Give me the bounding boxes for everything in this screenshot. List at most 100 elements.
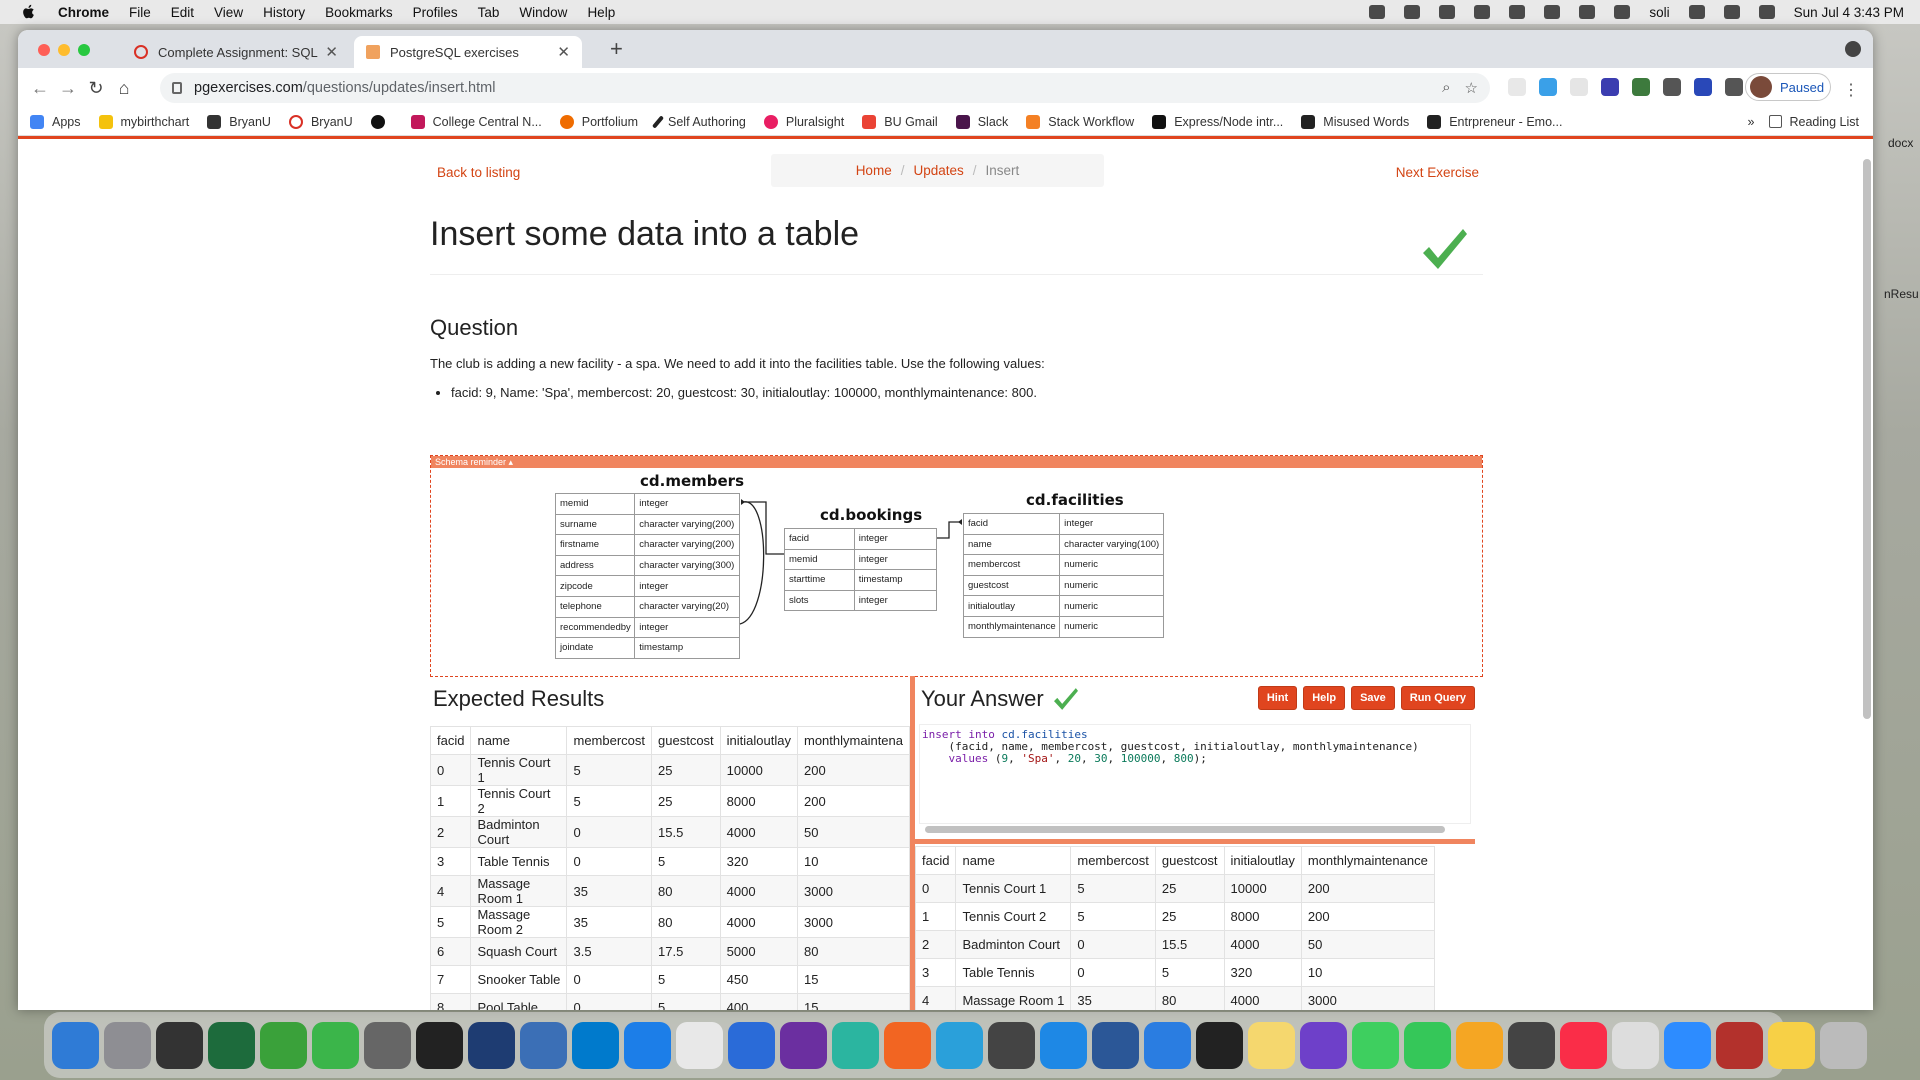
tab-assignment[interactable]: Complete Assignment: SQL Pr ✕ xyxy=(122,36,350,68)
extension-icon-5[interactable] xyxy=(1632,78,1650,96)
editor-horizontal-scrollbar[interactable] xyxy=(925,826,1445,833)
bookmark-item[interactable]: College Central N... xyxy=(410,114,542,129)
spotlight-search-icon[interactable] xyxy=(1688,5,1705,19)
dock-app-icon[interactable] xyxy=(988,1021,1035,1069)
dock-app-icon[interactable] xyxy=(1248,1021,1295,1069)
dock-app-icon[interactable] xyxy=(1092,1021,1139,1069)
dock-app-icon[interactable] xyxy=(52,1021,99,1069)
reading-list-button[interactable]: Reading List xyxy=(1768,115,1859,129)
dock-app-icon[interactable] xyxy=(1508,1021,1555,1069)
help-button[interactable]: Help xyxy=(1303,686,1346,710)
panel-resize-handle[interactable] xyxy=(915,839,1475,844)
bookmark-item[interactable]: Self Authoring xyxy=(651,115,746,129)
bookmark-star-icon[interactable]: ☆ xyxy=(1465,79,1478,97)
tab-search-icon[interactable] xyxy=(1845,41,1861,57)
bookmark-item[interactable]: Portfolium xyxy=(559,114,638,129)
dock-app-icon[interactable] xyxy=(312,1021,359,1069)
lock-icon[interactable] xyxy=(172,82,182,94)
run-query-button[interactable]: Run Query xyxy=(1400,686,1475,710)
apple-icon[interactable] xyxy=(20,3,38,21)
back-to-listing-link[interactable]: Back to listing xyxy=(437,165,520,180)
extension-icon-3[interactable] xyxy=(1570,78,1588,96)
dock-app-icon[interactable] xyxy=(1612,1021,1659,1069)
dock-app-icon[interactable] xyxy=(1404,1021,1451,1069)
sql-editor[interactable]: insert into cd.facilities (facid, name, … xyxy=(919,724,1471,824)
page-scrollbar[interactable] xyxy=(1863,159,1871,719)
extension-icon-1[interactable] xyxy=(1508,78,1526,96)
dock-app-icon[interactable] xyxy=(260,1021,307,1069)
new-tab-icon[interactable]: + xyxy=(610,36,623,62)
dock-app-icon[interactable] xyxy=(1196,1021,1243,1069)
bookmark-item[interactable]: Express/Node intr... xyxy=(1152,114,1283,129)
extension-icon-6[interactable] xyxy=(1663,78,1681,96)
back-icon[interactable]: ← xyxy=(26,78,54,99)
extension-icon-2[interactable] xyxy=(1539,78,1557,96)
menu-app-name[interactable]: Chrome xyxy=(58,5,109,20)
dock-app-icon[interactable] xyxy=(624,1021,671,1069)
minimize-window-button[interactable] xyxy=(58,44,70,56)
menubar-clock[interactable]: Sun Jul 4 3:43 PM xyxy=(1794,5,1904,20)
profile-button[interactable]: Paused xyxy=(1745,73,1831,101)
dock-app-icon[interactable] xyxy=(832,1021,879,1069)
status-icon-2[interactable] xyxy=(1404,5,1421,19)
bookmark-item[interactable]: Stack Workflow xyxy=(1026,114,1134,129)
next-exercise-link[interactable]: Next Exercise xyxy=(1396,165,1479,180)
dock-app-icon[interactable] xyxy=(572,1021,619,1069)
breadcrumb-updates[interactable]: Updates xyxy=(913,163,963,178)
dock-app-icon[interactable] xyxy=(1664,1021,1711,1069)
dock-app-icon[interactable] xyxy=(1300,1021,1347,1069)
desktop-file-label-2[interactable]: nResu xyxy=(1884,287,1920,301)
dock-app-icon[interactable] xyxy=(884,1021,931,1069)
dock-app-icon[interactable] xyxy=(728,1021,775,1069)
bookmark-item[interactable]: BryanU xyxy=(288,114,353,129)
dock-app-icon[interactable] xyxy=(780,1021,827,1069)
dock-app-icon[interactable] xyxy=(1560,1021,1607,1069)
volume-icon[interactable] xyxy=(1544,5,1561,19)
bookmark-item[interactable]: Pluralsight xyxy=(763,114,844,129)
bookmark-item[interactable] xyxy=(370,114,393,129)
dock-app-icon[interactable] xyxy=(1352,1021,1399,1069)
extension-icon-4[interactable] xyxy=(1601,78,1619,96)
dock-app-icon[interactable] xyxy=(1716,1021,1763,1069)
close-window-button[interactable] xyxy=(38,44,50,56)
menu-bookmarks[interactable]: Bookmarks xyxy=(325,5,393,20)
status-icon-1[interactable] xyxy=(1369,5,1386,19)
menu-view[interactable]: View xyxy=(214,5,243,20)
save-button[interactable]: Save xyxy=(1351,686,1395,710)
dock-app-icon[interactable] xyxy=(104,1021,151,1069)
zoom-window-button[interactable] xyxy=(78,44,90,56)
chrome-menu-icon[interactable]: ⋮ xyxy=(1843,80,1859,100)
hint-button[interactable]: Hint xyxy=(1257,686,1298,710)
menu-profiles[interactable]: Profiles xyxy=(413,5,458,20)
dock-app-icon[interactable] xyxy=(1040,1021,1087,1069)
dock-app-icon[interactable] xyxy=(936,1021,983,1069)
dock-app-icon[interactable] xyxy=(364,1021,411,1069)
menu-file[interactable]: File xyxy=(129,5,151,20)
info-icon[interactable] xyxy=(1509,5,1526,19)
tab-postgresql-exercises[interactable]: PostgreSQL exercises ✕ xyxy=(354,36,582,68)
menu-window[interactable]: Window xyxy=(519,5,567,20)
dock-app-icon[interactable] xyxy=(416,1021,463,1069)
extensions-puzzle-icon[interactable] xyxy=(1725,78,1743,96)
menubar-user[interactable]: soli xyxy=(1649,5,1669,20)
bookmark-item[interactable]: Slack xyxy=(955,114,1008,129)
menu-help[interactable]: Help xyxy=(587,5,615,20)
dock-app-icon[interactable] xyxy=(520,1021,567,1069)
close-tab-icon[interactable]: ✕ xyxy=(325,43,338,61)
bookmark-item[interactable]: BU Gmail xyxy=(862,114,938,129)
dock-app-icon[interactable] xyxy=(1144,1021,1191,1069)
siri-icon[interactable] xyxy=(1758,5,1775,19)
breadcrumb-home[interactable]: Home xyxy=(856,163,892,178)
dock-app-icon[interactable] xyxy=(676,1021,723,1069)
reload-icon[interactable]: ↻ xyxy=(82,78,110,99)
menu-edit[interactable]: Edit xyxy=(171,5,194,20)
dock-app-icon[interactable] xyxy=(208,1021,255,1069)
bluetooth-icon[interactable] xyxy=(1579,5,1596,19)
wifi-icon[interactable] xyxy=(1614,5,1631,19)
bookmark-item[interactable]: mybirthchart xyxy=(98,114,189,129)
bookmarks-overflow-icon[interactable]: » xyxy=(1748,115,1755,129)
keyboard-icon[interactable] xyxy=(1474,5,1491,19)
menu-history[interactable]: History xyxy=(263,5,305,20)
address-bar[interactable]: pgexercises.com /questions/updates/inser… xyxy=(160,73,1490,103)
desktop-file-label-1[interactable]: docx xyxy=(1888,136,1920,150)
